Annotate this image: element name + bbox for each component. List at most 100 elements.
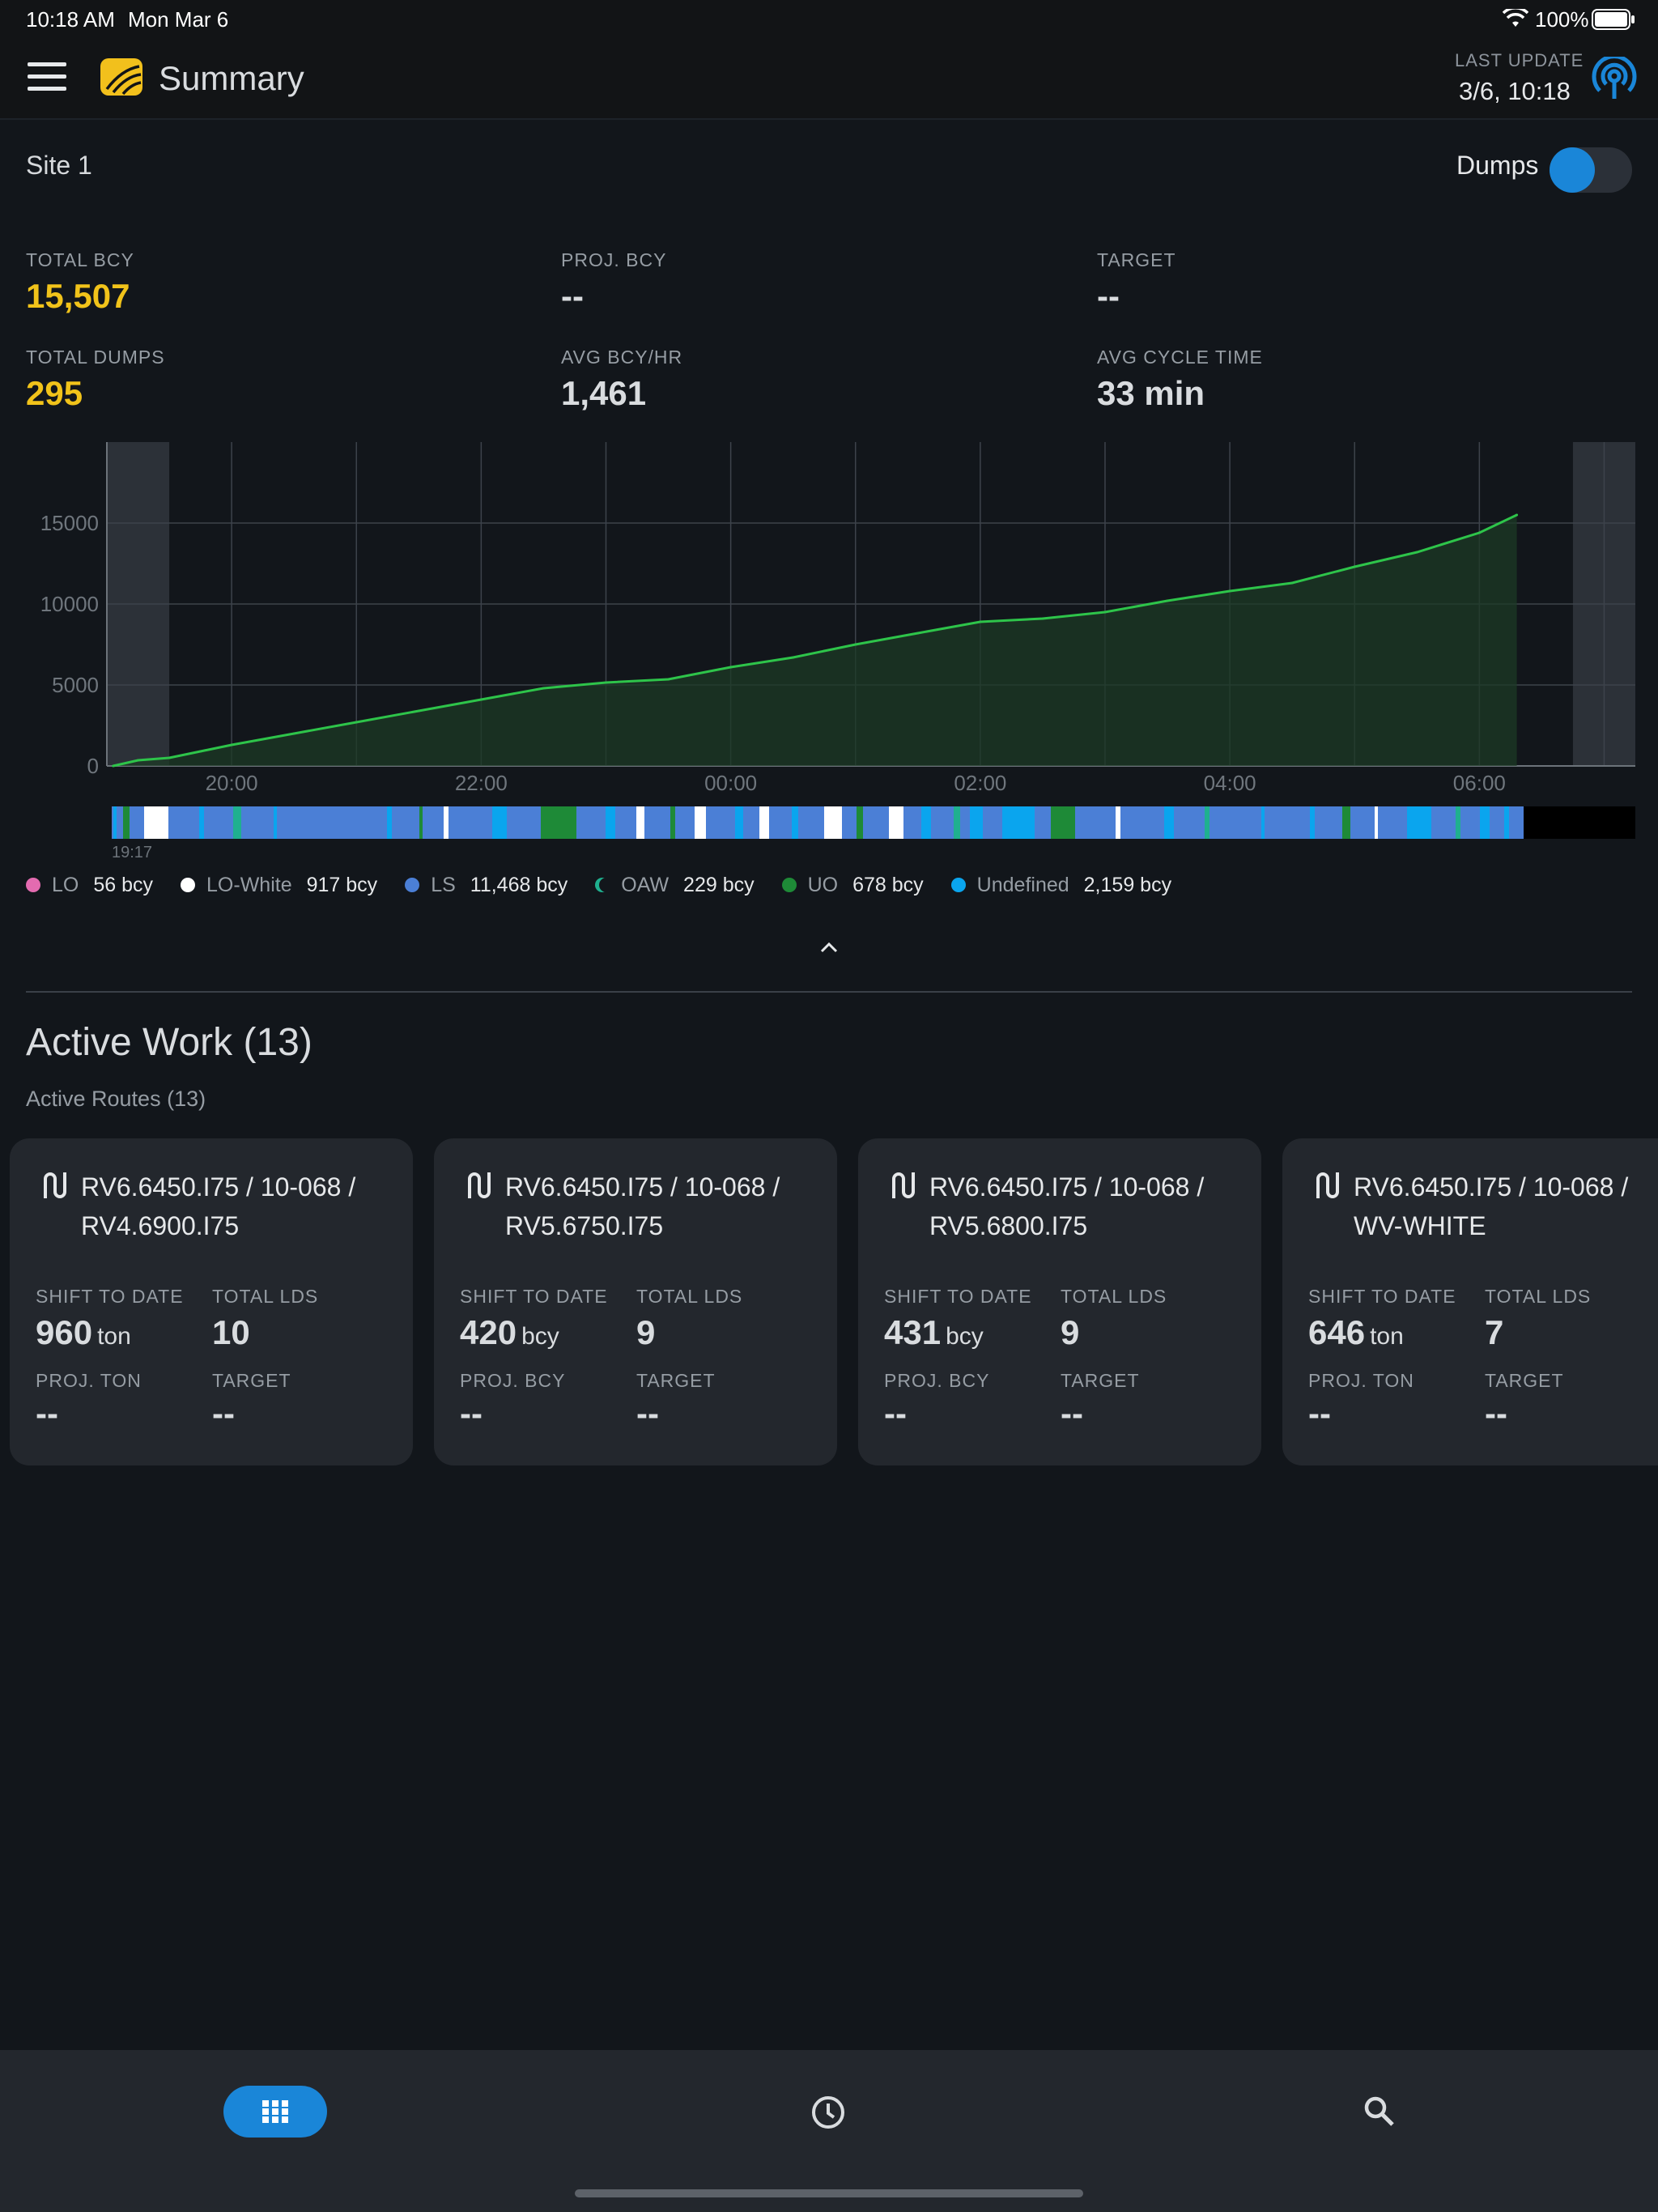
active-routes-label: Active Routes (13) (26, 1087, 206, 1111)
total-lds-value: 7 (1485, 1313, 1504, 1351)
legend-item: Undefined 2,159 bcy (950, 873, 1172, 897)
legend-name: LO (52, 873, 79, 896)
route-line-2: RV4.6900.I75 (81, 1211, 240, 1240)
strip-segment (824, 806, 842, 839)
data-point (1290, 581, 1294, 585)
data-point (1041, 617, 1044, 620)
search-icon[interactable] (1362, 2094, 1397, 2129)
data-point (1353, 565, 1356, 568)
metric-label: TOTAL BCY (26, 249, 134, 270)
data-point (667, 678, 670, 681)
stat-value: 431 bcy (884, 1313, 984, 1352)
dump-material-strip[interactable] (112, 806, 1635, 839)
route-line-1: RV6.6450.I75 / 10-068 / (505, 1172, 780, 1202)
data-point (604, 681, 607, 684)
legend-value: 917 bcy (306, 873, 378, 896)
stat-label: TOTAL LDS (636, 1286, 743, 1307)
route-card[interactable]: RV6.6450.I75 / 10-068 / RV4.6900.I75 SHIFT… (10, 1138, 413, 1465)
strip-segment (1164, 806, 1174, 839)
strip-segment (670, 806, 675, 839)
target-value: -- (636, 1394, 659, 1432)
stat-label: PROJ. TON (36, 1370, 142, 1391)
shift-to-date-unit: ton (97, 1323, 131, 1350)
chevron-up-icon[interactable] (818, 939, 840, 955)
stat-label: TARGET (212, 1370, 291, 1391)
route-line-2: RV5.6800.I75 (929, 1211, 1088, 1240)
legend-value: 2,159 bcy (1083, 873, 1172, 896)
shift-to-date-unit: bcy (521, 1323, 559, 1350)
y-tick-label: 10000 (40, 592, 99, 616)
y-tick-label: 0 (87, 754, 99, 778)
data-point (1477, 531, 1481, 534)
strip-segment (1480, 806, 1490, 839)
route-line-2: WV-WHITE (1354, 1211, 1486, 1240)
stat-value: 960 ton (36, 1313, 131, 1352)
strip-segment (759, 806, 769, 839)
strip-segment (1407, 806, 1431, 839)
flower-dot-icon (26, 878, 40, 892)
route-card[interactable]: RV6.6450.I75 / 10-068 / WV-WHITE SHIFT TO … (1282, 1138, 1658, 1465)
strip-segment (233, 806, 241, 839)
divider (26, 991, 1632, 993)
stat-value: 646 ton (1308, 1313, 1404, 1352)
strip-segment (123, 806, 130, 839)
strip-segment (113, 806, 117, 839)
app-logo-icon (100, 58, 142, 96)
route-card[interactable]: RV6.6450.I75 / 10-068 / RV5.6800.I75 SHIFT… (858, 1138, 1261, 1465)
y-tick-label: 15000 (40, 511, 99, 535)
route-line-1: RV6.6450.I75 / 10-068 / (81, 1172, 356, 1202)
strip-segment (970, 806, 983, 839)
shift-to-date-value: 420 (460, 1313, 517, 1351)
stat-label: TARGET (1061, 1370, 1140, 1391)
strip-segment (889, 806, 903, 839)
last-update-value: 3/6, 10:18 (1459, 77, 1571, 105)
legend-name: Undefined (976, 873, 1069, 896)
menu-icon[interactable] (28, 62, 66, 91)
route-name: RV6.6450.I75 / 10-068 / RV5.6750.I75 (505, 1168, 829, 1245)
legend-value: 11,468 bcy (470, 873, 568, 896)
data-point (729, 666, 733, 669)
data-point (112, 764, 115, 768)
shift-to-date-value: 431 (884, 1313, 942, 1351)
total-lds-value: 10 (212, 1313, 250, 1351)
stat-label: TARGET (636, 1370, 716, 1391)
legend-item: LS 11,468 bcy (405, 874, 568, 897)
strip-segment (1261, 806, 1265, 839)
legend-value: 56 bcy (93, 873, 154, 896)
metric-value: -- (561, 277, 584, 315)
clock-icon[interactable] (810, 2094, 847, 2131)
total-lds-value: 9 (1061, 1313, 1080, 1351)
data-point (1166, 599, 1169, 602)
stat-label: PROJ. BCY (460, 1370, 566, 1391)
strip-segment (792, 806, 798, 839)
metric-value: 15,507 (26, 277, 130, 315)
metric-value: 1,461 (561, 374, 647, 412)
legend-item: LO-White 917 bcy (181, 874, 377, 897)
last-update-label: LAST UPDATE (1455, 50, 1584, 70)
strip-segment (444, 806, 449, 839)
stat-label: SHIFT TO DATE (36, 1286, 184, 1307)
home-indicator (575, 2189, 1083, 2197)
status-time: 10:18 AM (26, 7, 115, 32)
strip-segment (606, 806, 615, 839)
proj-value: -- (1308, 1394, 1331, 1432)
metric-label: AVG CYCLE TIME (1097, 347, 1263, 368)
data-point (230, 743, 233, 747)
strip-segment (274, 806, 277, 839)
stat-label: SHIFT TO DATE (884, 1286, 1032, 1307)
route-icon (1316, 1172, 1339, 1198)
status-bar (0, 0, 1658, 37)
metric-value: 295 (26, 374, 83, 412)
stat-label: TOTAL LDS (212, 1286, 319, 1307)
stat-label: PROJ. TON (1308, 1370, 1414, 1391)
strip-segment (1375, 806, 1378, 839)
route-card[interactable]: RV6.6450.I75 / 10-068 / RV5.6750.I75 SHIFT… (434, 1138, 837, 1465)
dumps-toggle[interactable] (1550, 147, 1632, 193)
strip-segment (199, 806, 204, 839)
live-signal-icon[interactable] (1592, 57, 1637, 102)
bcy-cumulative-chart[interactable]: 0 5000 10000 15000 20:00 22:00 00:00 02:00 04:00… (0, 437, 1658, 793)
strip-segment (954, 806, 960, 839)
strip-segment (1051, 806, 1075, 839)
data-point (292, 732, 295, 735)
strip-segment (387, 806, 392, 839)
